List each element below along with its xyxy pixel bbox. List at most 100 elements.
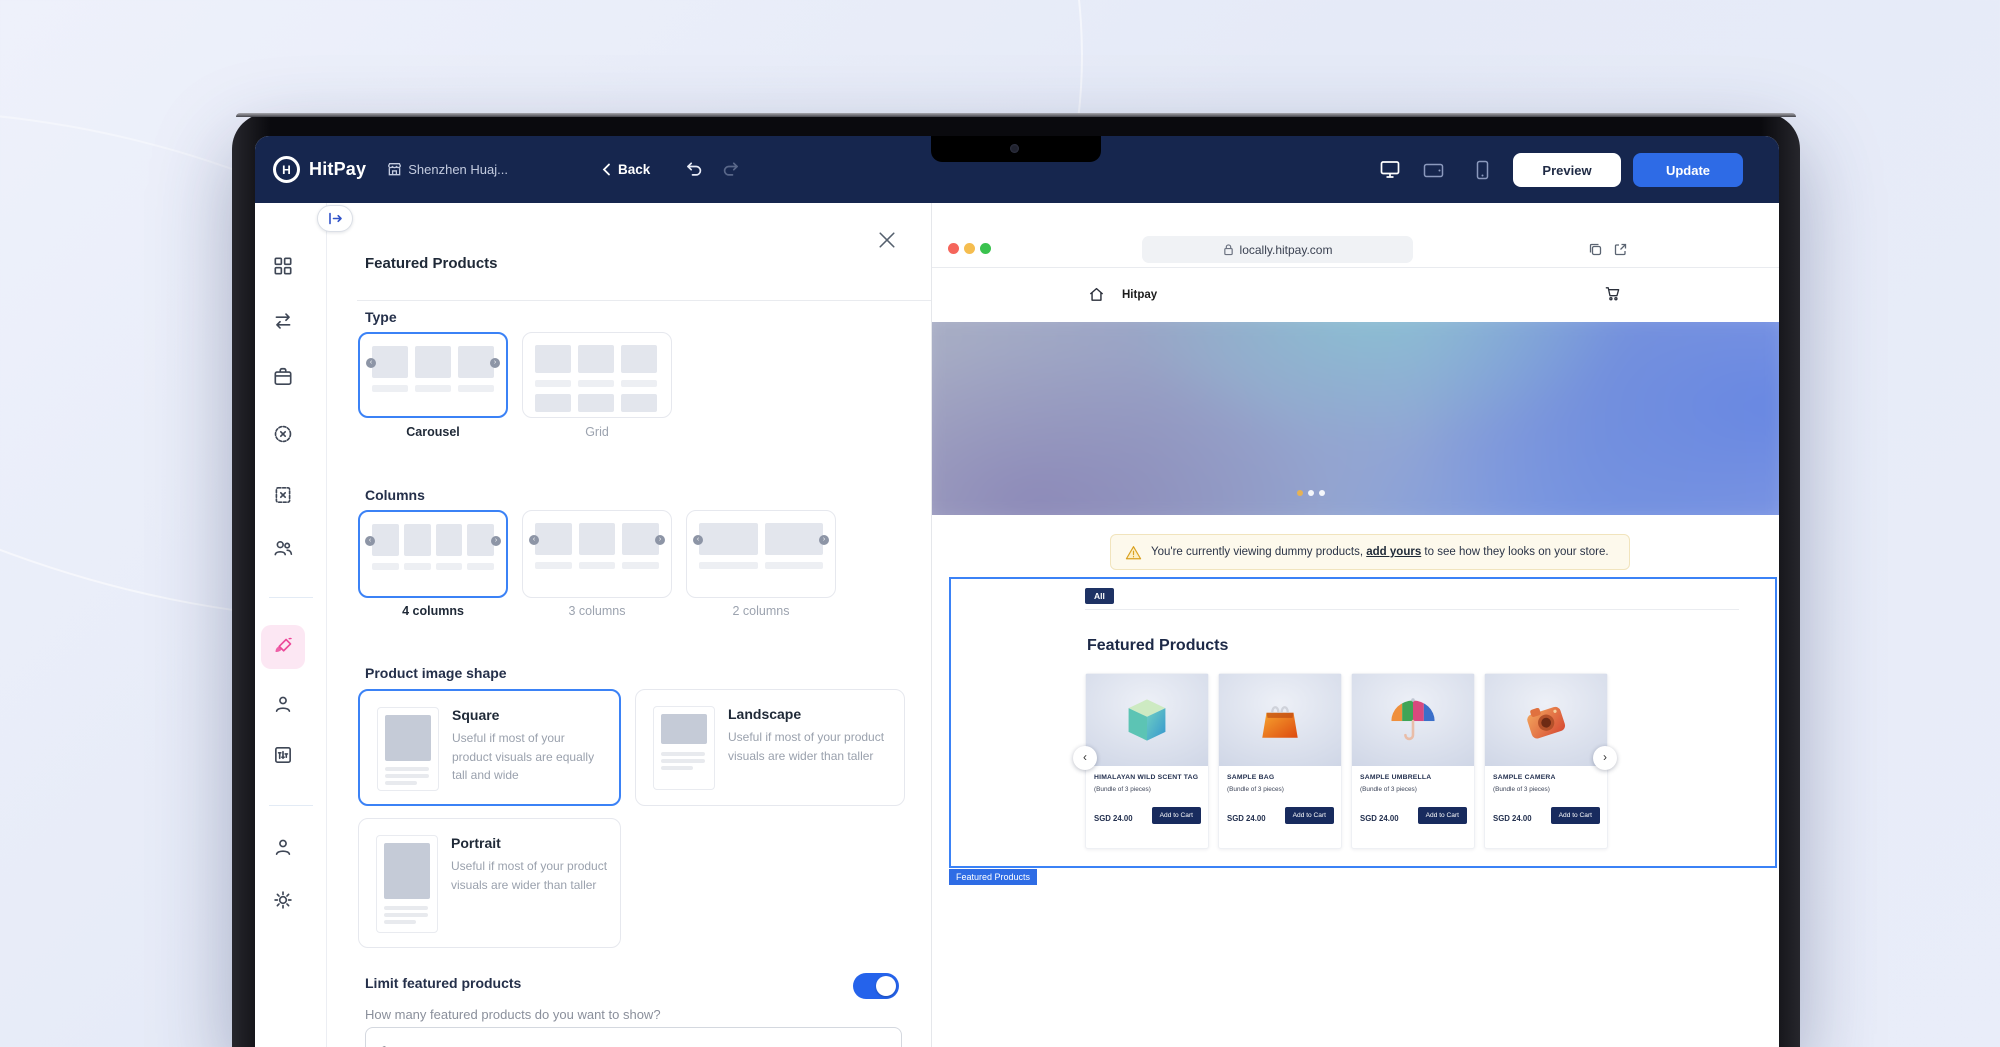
add-to-cart-button[interactable]: Add to Cart [1151, 807, 1201, 824]
mobile-icon[interactable] [1476, 160, 1489, 180]
add-to-cart-button[interactable]: Add to Cart [1417, 807, 1467, 824]
type-option-label: Grid [585, 425, 609, 439]
hero-dot[interactable] [1308, 490, 1314, 496]
tablet-icon[interactable] [1423, 163, 1444, 178]
dashboard-grid-icon[interactable] [272, 255, 294, 277]
product-price: SGD 24.00 [1227, 814, 1266, 823]
store-selector-label: Shenzhen Huaj... [408, 162, 508, 177]
collapse-panel-button[interactable] [317, 205, 353, 232]
product-image-cube [1086, 674, 1208, 766]
window-zoom-light[interactable] [980, 243, 991, 254]
store-nav-brand[interactable]: Hitpay [1122, 289, 1157, 301]
product-card[interactable]: SAMPLE CAMERA (Bundle of 3 pieces) SGD 2… [1484, 673, 1608, 849]
limit-count-input[interactable] [365, 1027, 902, 1047]
settings-gear-icon[interactable] [272, 889, 294, 911]
product-name: SAMPLE BAG [1227, 774, 1275, 781]
storefront-icon [387, 162, 402, 177]
discount-badge-icon[interactable] [272, 423, 294, 445]
product-name: SAMPLE CAMERA [1493, 774, 1556, 781]
limit-question: How many featured products do you want t… [365, 1007, 661, 1022]
copy-icon[interactable] [1588, 242, 1603, 257]
columns-option-label: 4 columns [402, 604, 464, 618]
type-option-grid[interactable] [522, 332, 672, 418]
product-card[interactable]: HIMALAYAN WILD SCENT TAG (Bundle of 3 pi… [1085, 673, 1209, 849]
transactions-icon[interactable] [272, 310, 294, 332]
preview-button[interactable]: Preview [1513, 153, 1621, 187]
carousel-prev-icon[interactable]: ‹ [1073, 746, 1097, 770]
add-to-cart-button[interactable]: Add to Cart [1550, 807, 1600, 824]
panel-divider [357, 300, 931, 301]
home-icon[interactable] [1088, 286, 1105, 303]
invoice-icon[interactable] [272, 484, 294, 506]
laptop-frame: H HitPay Shenzhen Huaj... Back Preview U… [232, 113, 1800, 1047]
hero-dot[interactable] [1319, 490, 1325, 496]
left-icon-rail [255, 203, 327, 1047]
shape-option-desc: Useful if most of your product visuals a… [728, 730, 885, 763]
customers-icon[interactable] [272, 537, 294, 559]
store-selector[interactable]: Shenzhen Huaj... [387, 162, 508, 177]
window-close-light[interactable] [948, 243, 959, 254]
payment-widget-icon[interactable] [272, 744, 294, 766]
warning-text-post: to see how they looks on your store. [1421, 546, 1609, 558]
profile-icon[interactable] [272, 693, 294, 715]
redo-icon[interactable] [721, 159, 742, 178]
undo-icon[interactable] [683, 159, 704, 178]
address-url: locally.hitpay.com [1239, 242, 1333, 257]
product-image-shopping-bag [1219, 674, 1341, 766]
store-navbar: Hitpay [932, 268, 1779, 322]
product-image-umbrella [1352, 674, 1474, 766]
paintbrush-icon [272, 636, 294, 658]
laptop-camera [1010, 144, 1019, 153]
rail-divider [269, 597, 313, 598]
columns-option-2[interactable]: ‹ › [686, 510, 836, 598]
hero-dot-active[interactable] [1297, 490, 1303, 496]
limit-toggle[interactable] [853, 973, 899, 999]
shape-option-portrait[interactable]: Portrait Useful if most of your product … [358, 818, 621, 948]
account-icon[interactable] [272, 836, 294, 858]
warning-triangle-icon [1125, 545, 1142, 560]
product-variant: (Bundle of 3 pieces) [1493, 786, 1550, 793]
hero-carousel-dots [1297, 490, 1325, 496]
carousel-preview-thumb: ‹ › [360, 334, 506, 416]
open-external-icon[interactable] [1613, 242, 1628, 257]
panel-title: Featured Products [365, 255, 498, 272]
warning-text-pre: You're currently viewing dummy products, [1151, 546, 1367, 558]
add-yours-link[interactable]: add yours [1366, 546, 1421, 558]
columns-preview-thumb: ‹ › [687, 511, 835, 597]
product-name: SAMPLE UMBRELLA [1360, 774, 1432, 781]
chevron-left-icon [602, 163, 611, 176]
product-variant: (Bundle of 3 pieces) [1227, 786, 1284, 793]
update-button[interactable]: Update [1633, 153, 1743, 187]
hitpay-logo: H [273, 156, 300, 183]
product-name: HIMALAYAN WILD SCENT TAG [1094, 774, 1199, 781]
close-icon[interactable] [878, 231, 898, 251]
type-option-label: Carousel [406, 425, 460, 439]
columns-section-label: Columns [365, 487, 425, 503]
store-preview-pane: locally.hitpay.com Hitpay You're current… [932, 203, 1779, 1047]
category-tab-all[interactable]: All [1085, 588, 1114, 604]
desktop-icon[interactable] [1380, 160, 1400, 179]
carousel-next-icon[interactable]: › [1593, 746, 1617, 770]
shape-option-square[interactable]: Square Useful if most of your product vi… [358, 689, 621, 806]
sidebar-item-customise-active[interactable] [261, 625, 305, 669]
shape-section-label: Product image shape [365, 665, 507, 681]
product-card[interactable]: SAMPLE BAG (Bundle of 3 pieces) SGD 24.0… [1218, 673, 1342, 849]
shape-option-landscape[interactable]: Landscape Useful if most of your product… [635, 689, 905, 806]
category-tabs-row: All [1085, 586, 1739, 610]
orders-bag-icon[interactable] [272, 366, 294, 388]
window-minimize-light[interactable] [964, 243, 975, 254]
shape-option-title: Portrait [451, 835, 501, 851]
cart-icon[interactable] [1604, 285, 1621, 302]
type-option-carousel[interactable]: ‹ › [358, 332, 508, 418]
hero-banner [932, 322, 1779, 515]
columns-option-4[interactable]: ‹ › [358, 510, 508, 598]
app-screen: H HitPay Shenzhen Huaj... Back Preview U… [255, 136, 1779, 1047]
shape-option-desc: Useful if most of your product visuals a… [451, 859, 608, 892]
product-image-camera [1485, 674, 1607, 766]
address-bar[interactable]: locally.hitpay.com [1142, 236, 1413, 263]
columns-option-3[interactable]: ‹ › [522, 510, 672, 598]
product-card[interactable]: SAMPLE UMBRELLA (Bundle of 3 pieces) SGD… [1351, 673, 1475, 849]
selection-tag: Featured Products [949, 869, 1038, 885]
back-button[interactable]: Back [602, 136, 650, 203]
add-to-cart-button[interactable]: Add to Cart [1284, 807, 1334, 824]
